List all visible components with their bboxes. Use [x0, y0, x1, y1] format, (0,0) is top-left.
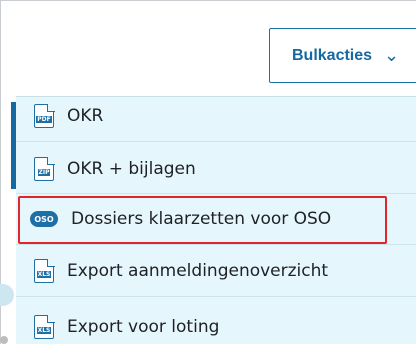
bulk-actions-label: Bulkacties	[292, 46, 373, 64]
menu-item-label: Export voor loting	[67, 317, 220, 337]
menu-divider	[16, 141, 416, 142]
top-divider	[0, 0, 416, 1]
menu-item-label: OKR + bijlagen	[67, 159, 196, 179]
menu-item-label: Export aanmeldingenoverzicht	[67, 261, 329, 281]
menu-item-okr-bijlagen[interactable]: ZIP OKR + bijlagen	[16, 144, 416, 194]
menu-item-export-aanmeldingen[interactable]: XLS Export aanmeldingenoverzicht	[16, 246, 416, 296]
menu-item-export-loting[interactable]: XLS Export voor loting	[16, 302, 416, 344]
pdf-file-icon: PDF	[34, 103, 55, 128]
xls-file-icon: XLS	[34, 258, 55, 283]
bulk-actions-button[interactable]: Bulkacties ⌄	[269, 28, 416, 83]
menu-item-okr[interactable]: PDF OKR	[16, 91, 416, 141]
highlight-annotation	[18, 196, 387, 244]
zip-file-icon: ZIP	[34, 156, 55, 181]
xls-file-icon: XLS	[34, 314, 55, 339]
menu-divider	[16, 296, 416, 297]
chevron-down-icon: ⌄	[384, 45, 400, 65]
menu-divider	[16, 244, 416, 245]
menu-item-label: OKR	[67, 106, 104, 126]
scroll-indicator-dot	[0, 336, 8, 344]
